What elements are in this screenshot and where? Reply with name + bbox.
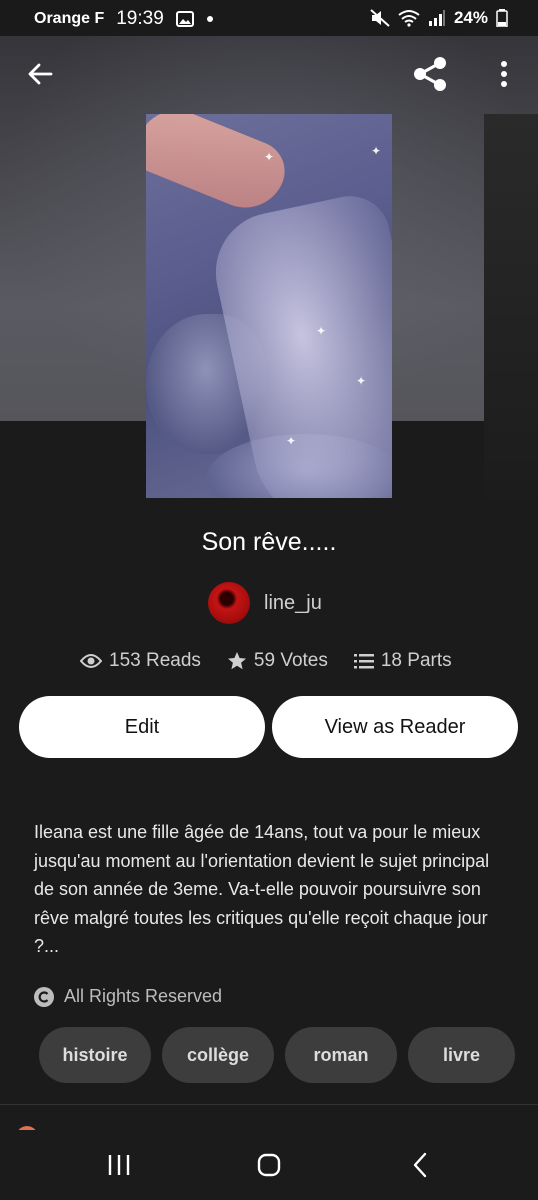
status-right: 24% [370, 8, 508, 28]
tag-chip[interactable]: roman [285, 1027, 397, 1083]
battery-icon [496, 9, 508, 27]
author-name: line_ju [264, 591, 322, 614]
reads-count: 153 Reads [109, 650, 201, 671]
more-options-button[interactable] [484, 54, 524, 94]
status-bar: Orange F 19:39 24% [0, 0, 538, 36]
votes-stat: 59 Votes [227, 650, 328, 672]
tag-chip[interactable]: livre [408, 1027, 515, 1083]
carrier-name: Orange F [34, 10, 105, 27]
arrow-left-icon [28, 63, 53, 85]
clock-time: 19:39 [116, 8, 164, 29]
recent-apps-button[interactable] [99, 1150, 139, 1180]
tag-chip[interactable]: collège [162, 1027, 274, 1083]
home-button[interactable] [249, 1150, 289, 1180]
section-divider [0, 1104, 538, 1105]
system-back-button[interactable] [400, 1150, 440, 1180]
next-book-cover[interactable] [484, 114, 538, 498]
wifi-icon [398, 10, 420, 27]
book-cover-image[interactable]: ✦ ✦ ✦ ✦ ✦ [146, 114, 392, 498]
battery-percent: 24% [453, 8, 488, 27]
chevron-left-icon [413, 1152, 427, 1178]
view-as-reader-button[interactable]: View as Reader [272, 696, 518, 758]
gallery-icon [175, 11, 194, 27]
book-description: Ileana est une fille âgée de 14ans, tout… [34, 822, 490, 956]
share-icon [414, 57, 446, 91]
edit-button[interactable]: Edit [19, 696, 265, 758]
eye-icon [80, 654, 102, 668]
copyright-icon [34, 986, 54, 1007]
list-icon [353, 654, 374, 669]
votes-count: 59 Votes [253, 650, 328, 671]
share-button[interactable] [410, 54, 450, 94]
parts-count: 18 Parts [380, 650, 452, 671]
status-left: Orange F 19:39 [34, 8, 214, 30]
author-link[interactable]: line_ju [208, 582, 322, 624]
reads-stat: 153 Reads [80, 650, 201, 672]
tag-chip[interactable]: histoire [39, 1027, 151, 1083]
home-icon [257, 1153, 281, 1177]
book-title: Son rêve..... [201, 528, 337, 556]
more-vertical-icon [501, 61, 507, 87]
tag-list: histoire collège roman livre [39, 1027, 515, 1083]
notification-dot-icon [206, 16, 213, 22]
star-icon [227, 652, 246, 670]
rights-label: All Rights Reserved [64, 986, 223, 1006]
recent-apps-icon [108, 1155, 130, 1175]
avatar [208, 582, 250, 624]
book-stats: 153 Reads 59 Votes 18 Parts [80, 650, 452, 672]
parts-stat: 18 Parts [353, 650, 452, 672]
copyright-notice: All Rights Reserved [34, 986, 222, 1007]
signal-icon [428, 10, 445, 26]
back-button[interactable] [20, 54, 60, 94]
mute-icon [370, 9, 390, 27]
system-nav-bar [0, 1130, 538, 1200]
